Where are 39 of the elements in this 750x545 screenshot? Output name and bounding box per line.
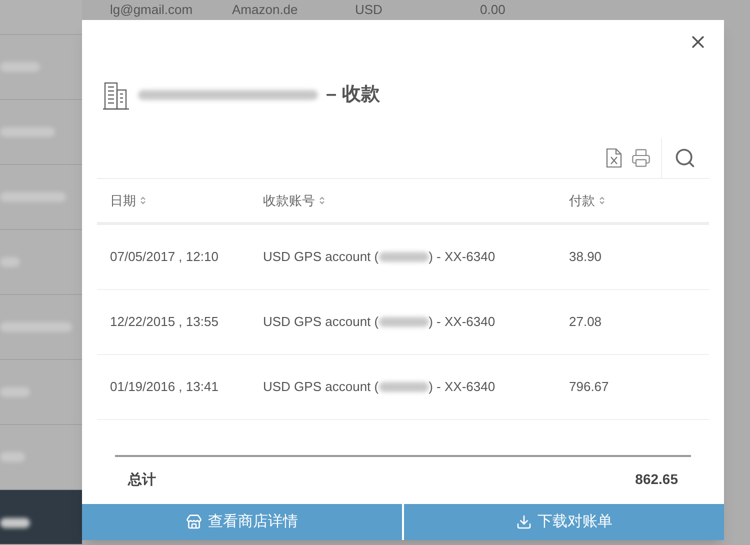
spreadsheet-file-icon [605, 148, 623, 168]
table-cell-text: USD GPS account ( [263, 378, 379, 396]
download-statement-button[interactable]: 下载对账单 [404, 504, 724, 540]
store-icon [186, 514, 202, 530]
search-button[interactable] [674, 147, 696, 169]
sort-icon [140, 196, 146, 205]
sidebar-item[interactable] [0, 490, 82, 545]
table-cell-text: USD [355, 1, 384, 20]
sort-icon [319, 196, 325, 205]
blurred-text [0, 518, 30, 528]
total-value: 862.65 [635, 470, 678, 489]
store-details-button[interactable]: 查看商店详情 [82, 504, 402, 540]
table-cell-text: Amazon.de [232, 1, 299, 20]
table-cell-text: 01/19/2016 , 13:41 [110, 378, 220, 396]
total-label: 总计 [128, 470, 156, 489]
table-cell-text: 27.08 [569, 313, 602, 332]
column-header[interactable]: 付款 [569, 190, 605, 210]
blurred-text [378, 252, 429, 262]
table-cell-text: 12/22/2015 , 13:55 [110, 313, 220, 332]
sort-icon [599, 196, 605, 205]
building-icon [102, 80, 130, 110]
table-cell-text: lg@gmail.com [110, 1, 194, 20]
column-header[interactable]: 收款账号 [263, 190, 569, 210]
table-cell-text: ) - XX-6340 [428, 248, 496, 266]
print-button[interactable] [631, 148, 651, 168]
table-cell-text: ) - XX-6340 [428, 313, 496, 332]
excel-export-button[interactable] [605, 148, 623, 168]
table-cell-text: 796.67 [569, 378, 609, 396]
blurred-text [378, 382, 429, 392]
blurred-text [378, 317, 429, 327]
download-icon [516, 514, 532, 530]
table-cell-text: 38.90 [569, 248, 602, 266]
table-cell-text: USD GPS account ( [263, 313, 379, 332]
dialog-title: – 收款 [326, 82, 380, 107]
table-cell-text: 07/05/2017 , 12:10 [110, 248, 220, 266]
table-cell-text: 0.00 [480, 1, 506, 20]
column-header[interactable]: 日期 [110, 190, 263, 210]
table-cell-text: USD GPS account ( [263, 248, 379, 266]
table-cell-text: ) - XX-6340 [428, 378, 496, 396]
